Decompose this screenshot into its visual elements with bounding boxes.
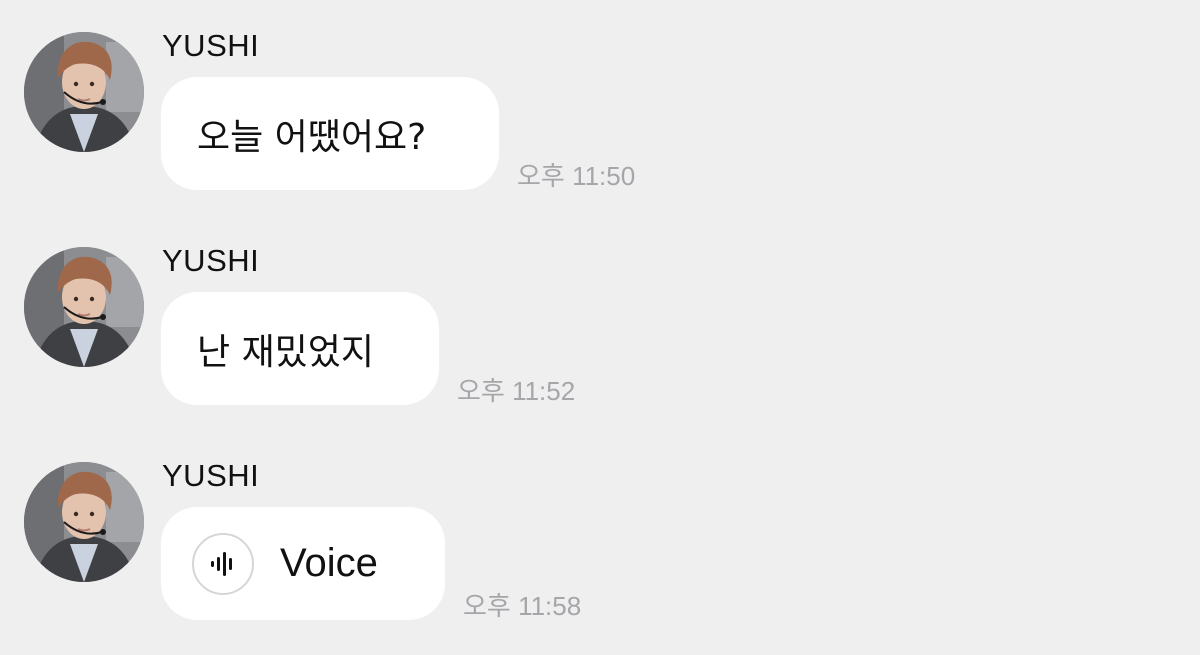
avatar[interactable] [24,462,144,582]
sender-name: YUSHI [162,243,260,278]
message-row: YUSHI 오늘 어땠어요? 오후 11:50 [0,28,1200,228]
message-bubble[interactable]: 오늘 어땠어요? [161,77,499,190]
message-row: YUSHI Voice 오후 11:58 [0,458,1200,655]
sender-name: YUSHI [162,458,260,493]
message-text: 난 재밌었지 [197,331,375,373]
voice-waveform-icon[interactable] [192,532,254,595]
message-timestamp: 오후 11:52 [457,376,576,406]
message-text: 오늘 어땠어요? [197,116,427,158]
avatar[interactable] [24,32,144,152]
voice-label: Voice [280,541,378,585]
voice-message-bubble[interactable]: Voice [161,507,445,620]
message-row: YUSHI 난 재밌었지 오후 11:52 [0,243,1200,443]
avatar-photo [24,247,144,367]
sender-name: YUSHI [162,28,260,63]
message-timestamp: 오후 11:58 [463,591,582,621]
message-timestamp: 오후 11:50 [517,161,636,191]
avatar[interactable] [24,247,144,367]
chat-thread: YUSHI 오늘 어땠어요? 오후 11:50 YUSHI 난 재밌었지 오후 … [0,0,1200,655]
avatar-photo [24,32,144,152]
avatar-photo [24,462,144,582]
message-bubble[interactable]: 난 재밌었지 [161,292,439,405]
